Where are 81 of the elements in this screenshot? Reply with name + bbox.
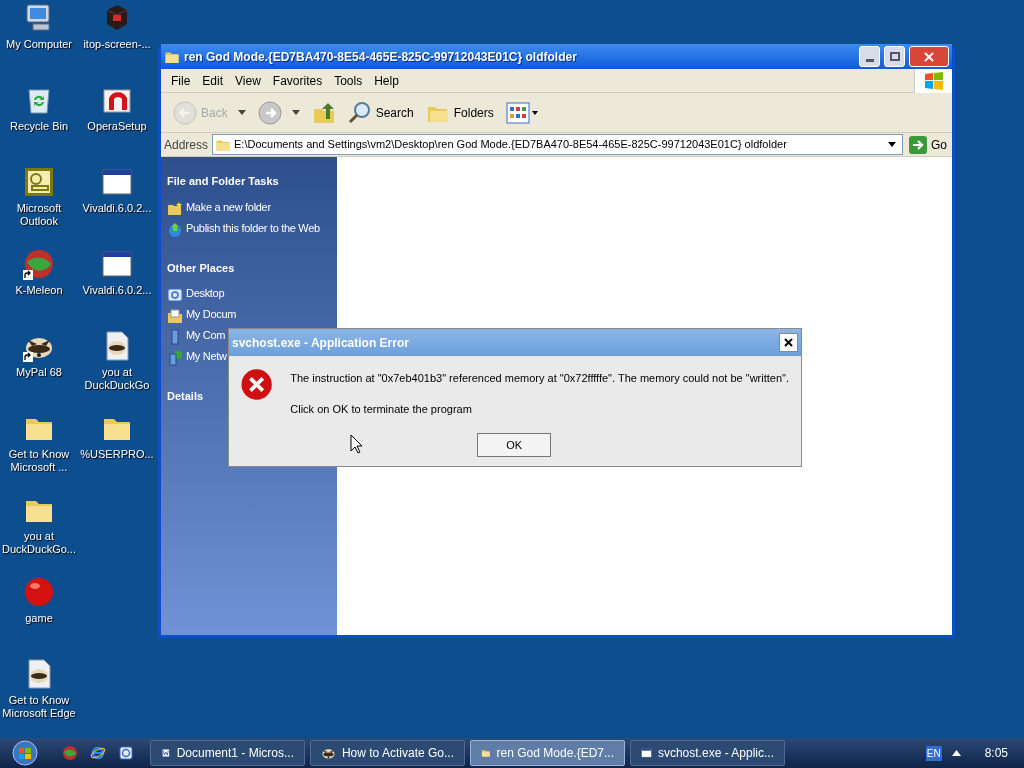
globe-icon — [167, 221, 183, 238]
taskbar-button[interactable]: svchost.exe - Applic... — [630, 740, 785, 766]
desktop-icon-label[interactable]: Vivaldi.6.0.2... — [78, 202, 156, 215]
minimize-button[interactable] — [859, 46, 880, 67]
maximize-button[interactable] — [884, 46, 905, 67]
folder-up-icon — [311, 100, 336, 125]
window-title: ren God Mode.{ED7BA470-8E54-465E-825C-99712043E01C} oldfolder — [184, 48, 578, 66]
task-link[interactable]: My Netw — [186, 350, 227, 363]
ball-icon — [23, 248, 55, 280]
search-icon — [347, 100, 372, 125]
window-icon — [641, 745, 652, 761]
dialog-title: svchost.exe - Application Error — [232, 334, 410, 352]
menu-item[interactable]: View — [229, 71, 267, 90]
pane-heading[interactable]: Other Places — [167, 259, 331, 276]
language-indicator[interactable]: EN — [925, 745, 942, 761]
desktop-icon-label[interactable]: K-Meleon — [0, 284, 78, 297]
desktop-icon-label[interactable]: you at DuckDuckGo — [78, 366, 156, 392]
show-hidden-icons-icon[interactable] — [951, 750, 961, 756]
pane-heading[interactable]: File and Folder Tasks — [167, 173, 331, 190]
task-link[interactable]: Publish this folder to the Web — [186, 221, 320, 235]
desktop-icon-label[interactable]: Vivaldi.6.0.2... — [78, 284, 156, 297]
error-icon — [241, 368, 273, 401]
close-icon — [924, 51, 934, 62]
window-icon — [101, 166, 133, 198]
document-icon — [161, 745, 171, 761]
address-label: Address — [164, 136, 209, 154]
ball-icon — [23, 576, 55, 608]
task-link[interactable]: My Com — [186, 329, 226, 342]
dropdown-caret-icon — [237, 110, 246, 115]
desktop-icon-label[interactable]: itop-screen-... — [78, 38, 156, 51]
address-field[interactable]: E:\Documents and Settings\vm2\Desktop\ren God Mode.{ED7BA470-8E54-465E-825C-99712043E01C} oldfolder — [212, 134, 903, 155]
dropdown-caret-icon — [291, 110, 300, 115]
views-icon — [505, 101, 540, 124]
menu-item[interactable]: Edit — [196, 71, 230, 90]
close-button[interactable] — [779, 333, 798, 352]
desktop-icon-label[interactable]: OperaSetup — [78, 120, 156, 133]
network-icon — [167, 350, 183, 366]
desktop-icon — [167, 287, 183, 303]
taskbar-button[interactable]: How to Activate Go... — [310, 740, 465, 766]
close-icon — [784, 338, 793, 347]
browser-icon — [118, 745, 134, 761]
desktop-icon-label[interactable]: %USERPRO... — [78, 448, 156, 461]
globe-icon — [90, 745, 106, 761]
desktop-icon-label[interactable]: Get to Know Microsoft ... — [0, 448, 78, 474]
menu-item[interactable]: Favorites — [266, 71, 329, 90]
documents-icon — [167, 308, 183, 324]
clock: 8:05 — [984, 745, 1008, 762]
forward-button[interactable] — [255, 100, 302, 125]
taskbar-button[interactable]: ren God Mode.{ED7... — [470, 740, 625, 766]
error-prompt: Click on OK to terminate the program — [290, 401, 473, 417]
task-link[interactable]: Make a new folder — [186, 200, 271, 214]
task-link[interactable]: My Docum — [186, 308, 237, 321]
quick-launch-button[interactable] — [90, 745, 106, 761]
taskbar-button[interactable]: Document1 - Micros... — [150, 740, 305, 766]
quick-launch-button[interactable] — [118, 745, 134, 761]
shortcut-arrow-icon — [23, 270, 33, 280]
mouse-pointer-icon — [350, 434, 363, 454]
desktop-icon-label[interactable]: you at DuckDuckGo... — [0, 530, 78, 556]
search-button[interactable]: Search — [345, 100, 416, 125]
new-folder-icon — [167, 200, 183, 217]
windows-orb-icon — [12, 740, 38, 766]
windows-logo-icon — [923, 71, 944, 90]
error-message: The instruction at "0x7eb401b3" referenced memory at "0x72fffffe". The memory could not be "written". — [290, 371, 789, 386]
outlook-icon — [23, 166, 55, 198]
desktop-icon-label[interactable]: My Computer — [0, 38, 78, 51]
desktop-icon-label[interactable]: Get to Know Microsoft Edge — [0, 694, 78, 720]
desktop-icon-label[interactable]: MyPal 68 — [0, 366, 78, 379]
folders-button[interactable]: Folders — [423, 100, 496, 125]
desktop-icon-label[interactable]: game — [0, 612, 78, 625]
ball-icon — [62, 745, 78, 761]
window-icon — [101, 248, 133, 280]
dropdown-caret-icon — [888, 142, 896, 147]
task-link[interactable]: Desktop — [186, 287, 225, 300]
desktop-icon-label[interactable]: Microsoft Outlook — [0, 202, 78, 228]
menu-item[interactable]: Tools — [328, 71, 369, 90]
menu-item[interactable]: Help — [368, 71, 405, 90]
ok-button[interactable]: OK — [477, 433, 552, 457]
menu-item[interactable]: File — [165, 71, 197, 90]
go-button[interactable]: Go — [907, 135, 949, 154]
shortcut-arrow-icon — [23, 352, 33, 362]
desktop-icon-label[interactable]: Recycle Bin — [0, 120, 78, 133]
